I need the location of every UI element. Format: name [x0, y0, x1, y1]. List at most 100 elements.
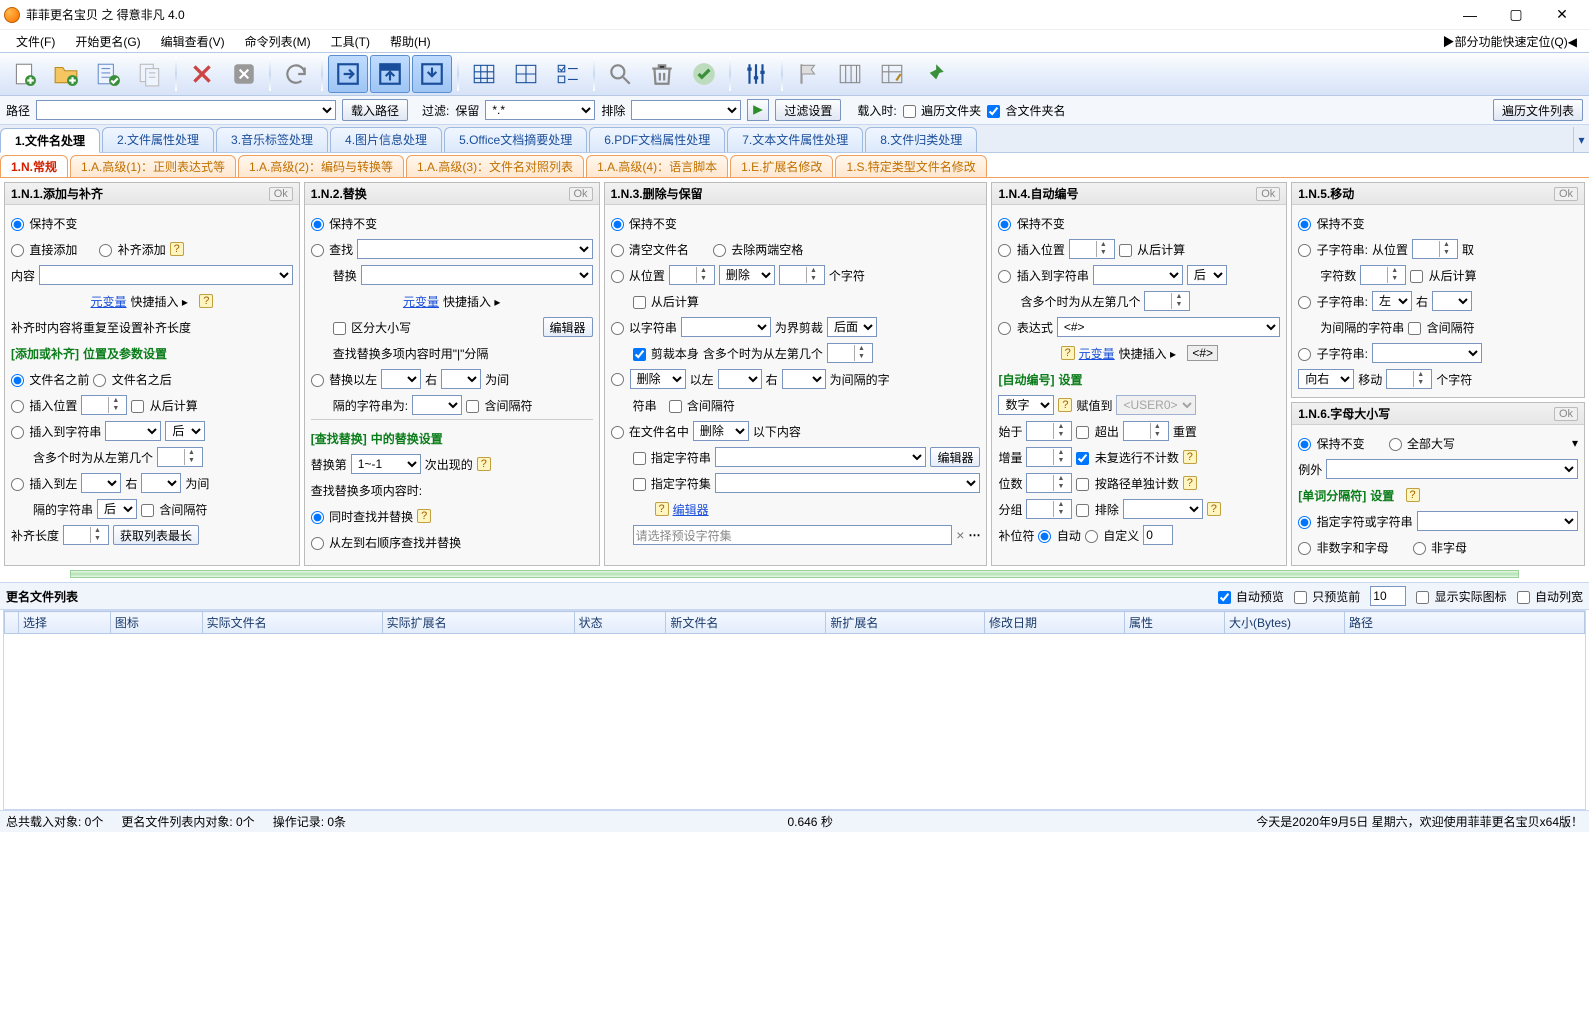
preview-n-input[interactable]	[1370, 586, 1406, 606]
subtab-adv4[interactable]: 1.A.高级(4)：语言脚本	[586, 155, 728, 177]
tab-attr-process[interactable]: 2.文件属性处理	[102, 127, 214, 152]
p4-metavar-link[interactable]: 元变量	[1079, 345, 1115, 362]
p4-numtype-sel[interactable]: 数字	[998, 395, 1054, 415]
p5-cnt-spin[interactable]: 1▲▼	[1360, 265, 1406, 285]
chk-showrealicon[interactable]: 显示实际图标	[1416, 588, 1506, 605]
col-moddate[interactable]: 修改日期	[985, 612, 1125, 634]
p4-exclude-combo[interactable]	[1123, 499, 1203, 519]
p2-quickins[interactable]: 快捷插入 ▸	[443, 293, 500, 310]
p2-ltr[interactable]: 从左到右顺序查找并替换	[311, 534, 461, 551]
filter-exclude-combo[interactable]	[631, 100, 741, 120]
subtab-special[interactable]: 1.S.特定类型文件名修改	[835, 155, 986, 177]
subtab-normal[interactable]: 1.N.常规	[0, 155, 68, 177]
p1-insert-to-left[interactable]: 插入到左	[11, 475, 77, 492]
p3-after-sel[interactable]: 后面	[827, 317, 877, 337]
p6-except-combo[interactable]	[1326, 459, 1578, 479]
p3-withsep[interactable]: 含间隔符	[669, 397, 735, 414]
p1-after-sel[interactable]: 后	[165, 421, 205, 441]
menu-command-list[interactable]: 命令列表(M)	[235, 31, 321, 52]
p4-quickins[interactable]: 快捷插入 ▸	[1119, 345, 1176, 362]
p2-keep[interactable]: 保持不变	[311, 215, 377, 232]
p5-pos-spin[interactable]: 1▲▼	[1412, 239, 1458, 259]
p3-spec-charset[interactable]: 指定字符集	[633, 475, 711, 492]
filter-run-button[interactable]	[747, 99, 769, 121]
sliders-icon[interactable]	[736, 55, 776, 93]
chk-traverse-folders[interactable]: 遍历文件夹	[903, 102, 981, 119]
close-button[interactable]: ✕	[1539, 0, 1585, 30]
p4-auto[interactable]: 自动	[1038, 527, 1080, 544]
p1-insert-to-str[interactable]: 插入到字符串	[11, 423, 101, 440]
p4-tostr-combo[interactable]	[1093, 265, 1183, 285]
p2-left-combo[interactable]	[381, 369, 421, 389]
p5-move-spin[interactable]: 1▲▼	[1386, 369, 1432, 389]
maximize-button[interactable]: ▢	[1493, 0, 1539, 30]
p3-preset-more[interactable]: ⋯	[968, 528, 980, 542]
p2-find-combo[interactable]	[357, 239, 592, 259]
p1-withsep[interactable]: 含间隔符	[141, 501, 207, 518]
p4-norecount[interactable]: 未复选行不计数	[1076, 449, 1178, 466]
grid1-icon[interactable]	[464, 55, 504, 93]
col-newname[interactable]: 新文件名	[666, 612, 826, 634]
p4-insert-pos[interactable]: 插入位置	[998, 241, 1064, 258]
help-icon[interactable]: ?	[417, 509, 431, 523]
splitter-handle[interactable]	[70, 570, 1519, 578]
p4-bypath[interactable]: 按路径单独计数	[1076, 475, 1178, 492]
p4-digits-spin[interactable]: 1▲▼	[1026, 473, 1072, 493]
grid2-icon[interactable]	[506, 55, 546, 93]
delete-icon[interactable]	[182, 55, 222, 93]
p5-from-end[interactable]: 从后计算	[1410, 267, 1476, 284]
menu-help[interactable]: 帮助(H)	[380, 31, 441, 52]
p3-clear[interactable]: 清空文件名	[611, 241, 689, 258]
tab-office[interactable]: 5.Office文档摘要处理	[444, 127, 587, 152]
p1-quickins[interactable]: 快捷插入 ▸	[131, 293, 188, 310]
p3-cnt-spin[interactable]: 1▲▼	[779, 265, 825, 285]
help-icon[interactable]: ?	[1207, 502, 1221, 516]
filter-keep-combo[interactable]: *.*	[485, 100, 595, 120]
p2-simul[interactable]: 同时查找并替换	[311, 508, 413, 525]
p2-repl-combo[interactable]	[412, 395, 462, 415]
p5-substr2[interactable]: 子字符串:	[1298, 293, 1368, 310]
col-size[interactable]: 大小(Bytes)	[1225, 612, 1345, 634]
p1-insert-pos[interactable]: 插入位置	[11, 397, 77, 414]
p1-keep[interactable]: 保持不变	[11, 215, 77, 232]
open-folder-icon[interactable]	[46, 55, 86, 93]
tab-name-process[interactable]: 1.文件名处理	[0, 128, 100, 153]
p6-keep[interactable]: 保持不变	[1298, 435, 1364, 452]
p5-toright-sel[interactable]: 向右	[1298, 369, 1354, 389]
menu-edit-view[interactable]: 编辑查看(V)	[151, 31, 235, 52]
p4-inc-spin[interactable]: 1▲▼	[1026, 447, 1072, 467]
p3-from-pos[interactable]: 从位置	[611, 267, 665, 284]
p1-direct[interactable]: 直接添加	[11, 241, 77, 258]
file-table-wrap[interactable]: 选择 图标 实际文件名 实际扩展名 状态 新文件名 新扩展名 修改日期 属性 大…	[3, 610, 1586, 810]
p5-right-sel[interactable]	[1432, 291, 1472, 311]
close-box-icon[interactable]	[224, 55, 264, 93]
undo-icon[interactable]	[276, 55, 316, 93]
col-icon[interactable]: 图标	[110, 612, 202, 634]
import-up-icon[interactable]	[370, 55, 410, 93]
p1-after-sel2[interactable]: 后	[97, 499, 137, 519]
p1-after-name[interactable]: 文件名之后	[93, 371, 171, 388]
p2-metavar-link[interactable]: 元变量	[403, 293, 439, 310]
help-icon[interactable]: ?	[1406, 488, 1420, 502]
col-realname[interactable]: 实际文件名	[202, 612, 382, 634]
subtab-adv1[interactable]: 1.A.高级(1)：正则表达式等	[70, 155, 236, 177]
p3-by-str[interactable]: 以字符串	[611, 319, 677, 336]
p2-replace-between[interactable]: 替换以左	[311, 371, 377, 388]
p1-getmax-btn[interactable]: 获取列表最长	[113, 525, 199, 545]
apply-icon[interactable]	[684, 55, 724, 93]
columns-icon[interactable]	[830, 55, 870, 93]
tab-textfile[interactable]: 7.文本文件属性处理	[727, 127, 863, 152]
p4-group-spin[interactable]: 1▲▼	[1026, 499, 1072, 519]
chk-autopreview[interactable]: 自动预览	[1218, 588, 1284, 605]
help-icon[interactable]: ?	[1058, 398, 1072, 412]
p4-pos-spin[interactable]: 1▲▼	[1069, 239, 1115, 259]
p5-left-sel[interactable]: 左	[1372, 291, 1412, 311]
p1-pad[interactable]: 补齐添加	[99, 241, 165, 258]
list-copy-icon[interactable]	[130, 55, 170, 93]
list-add-icon[interactable]	[88, 55, 128, 93]
p1-right-combo[interactable]	[141, 473, 181, 493]
p3-trim-self[interactable]: 剪裁本身	[633, 345, 699, 362]
tab-categorize[interactable]: 8.文件归类处理	[865, 127, 977, 152]
p3-multi-spin[interactable]: 1▲▼	[827, 343, 873, 363]
p3-del2[interactable]	[611, 372, 626, 386]
